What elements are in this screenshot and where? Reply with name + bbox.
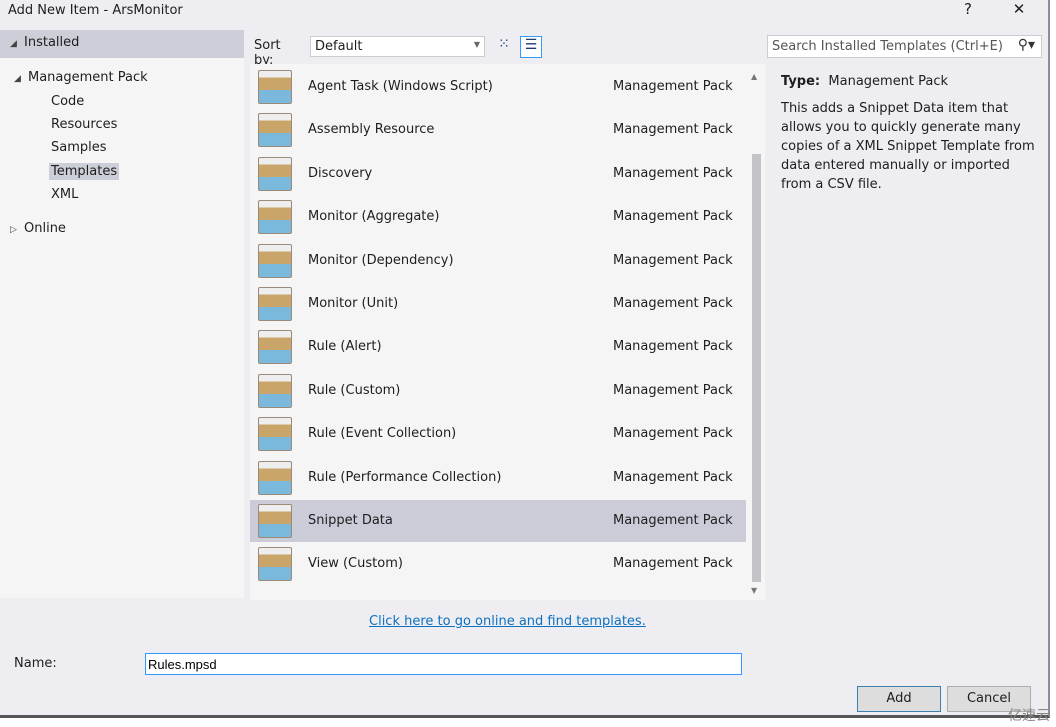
template-name: Rule (Event Collection) <box>308 426 457 442</box>
template-details: Type: Management Pack This adds a Snippe… <box>781 72 1041 194</box>
search-icon[interactable]: ⚲▾ <box>1018 37 1035 53</box>
template-icon <box>258 200 292 235</box>
template-row[interactable]: Snippet Data Management Pack <box>250 500 746 542</box>
template-name: Monitor (Unit) <box>308 296 399 311</box>
scroll-thumb[interactable] <box>752 154 761 582</box>
template-type: Management Pack <box>613 122 733 138</box>
template-name: Assembly Resource <box>308 122 435 138</box>
template-name: Rule (Custom) <box>308 382 401 398</box>
window-title: Add New Item - ArsMonitor <box>8 3 183 18</box>
template-type: Management Pack <box>613 165 733 181</box>
chevron-down-icon: ▼ <box>473 40 480 49</box>
template-icon <box>258 330 292 365</box>
tree-item-resources[interactable]: Resources <box>51 117 117 132</box>
template-row[interactable]: Discovery Management Pack <box>250 153 746 195</box>
add-button[interactable]: Add <box>857 686 941 712</box>
template-type: Management Pack <box>613 426 733 442</box>
template-name: Monitor (Dependency) <box>308 252 454 268</box>
template-row[interactable]: Agent Task (Windows Script) Management Pa… <box>250 66 746 108</box>
scroll-up-icon[interactable]: ▲ <box>751 72 757 81</box>
template-row[interactable]: Rule (Event Collection) Management Pack <box>250 413 746 455</box>
template-row[interactable]: Rule (Custom) Management Pack <box>250 370 746 412</box>
template-type: Management Pack <box>613 296 733 311</box>
template-name: Agent Task (Windows Script) <box>308 79 493 94</box>
collapse-icon[interactable]: ◢ <box>14 74 28 84</box>
tree-item-templates[interactable]: Templates <box>49 163 120 180</box>
template-list: ▲ ▼ Agent Task (Windows Script) Managemen… <box>250 64 765 600</box>
template-row[interactable]: Assembly Resource Management Pack <box>250 109 746 151</box>
template-type: Management Pack <box>613 556 733 572</box>
template-icon <box>258 287 292 321</box>
template-row[interactable]: Monitor (Dependency) Management Pack <box>250 240 746 282</box>
template-icon <box>258 243 292 278</box>
template-icon <box>258 113 292 148</box>
expand-icon[interactable]: ▷ <box>10 225 24 235</box>
template-description: This adds a Snippet Data item that allow… <box>781 101 1035 192</box>
close-button[interactable]: ✕ <box>1004 0 1034 18</box>
tree-item-installed[interactable]: ◢ Installed <box>0 30 244 58</box>
template-icon <box>258 373 292 408</box>
name-label: Name: <box>14 656 57 671</box>
help-button[interactable]: ? <box>953 0 983 18</box>
category-tree: ◢ Installed ◢ Management Pack Code Resourc… <box>0 30 244 598</box>
template-row[interactable]: Rule (Performance Collection) Management … <box>250 457 746 499</box>
watermark: 亿速云 <box>1008 708 1050 724</box>
online-templates-link[interactable]: Click here to go online and find templat… <box>369 614 646 629</box>
template-name: Rule (Performance Collection) <box>308 469 502 485</box>
template-type: Management Pack <box>613 79 733 94</box>
template-icon <box>258 70 292 104</box>
template-icon <box>258 460 292 495</box>
template-row[interactable]: Monitor (Aggregate) Management Pack <box>250 196 746 238</box>
template-type: Management Pack <box>613 339 733 355</box>
tree-item-management-pack[interactable]: ◢ Management Pack <box>14 70 148 85</box>
template-type: Management Pack <box>613 382 733 398</box>
template-row[interactable]: View (Custom) Management Pack <box>250 543 746 585</box>
vertical-scrollbar[interactable]: ▲ ▼ <box>750 64 762 600</box>
template-name: Monitor (Aggregate) <box>308 209 440 225</box>
template-icon <box>258 417 292 452</box>
template-icon <box>258 504 292 538</box>
template-name: View (Custom) <box>308 556 403 572</box>
template-icon <box>258 547 292 582</box>
template-row[interactable]: Rule (Alert) Management Pack <box>250 326 746 368</box>
small-icons-view-button[interactable]: ⁙ <box>493 36 515 58</box>
details-view-button[interactable]: ☰ <box>520 36 542 58</box>
tree-item-samples[interactable]: Samples <box>51 140 107 155</box>
collapse-icon[interactable]: ◢ <box>10 39 24 49</box>
scroll-down-icon[interactable]: ▼ <box>751 586 757 595</box>
tree-item-code[interactable]: Code <box>51 94 84 109</box>
template-row[interactable]: Monitor (Unit) Management Pack <box>250 283 746 325</box>
sort-dropdown[interactable]: Default ▼ <box>310 36 485 57</box>
template-name: Discovery <box>308 165 373 181</box>
template-name: Snippet Data <box>308 513 393 528</box>
tree-item-xml[interactable]: XML <box>51 187 78 202</box>
template-type: Management Pack <box>613 513 733 528</box>
add-new-item-dialog: Add New Item - ArsMonitor ? ✕ ◢ Installed… <box>0 0 1050 718</box>
template-icon <box>258 156 292 191</box>
template-type: Management Pack <box>613 469 733 485</box>
template-name: Rule (Alert) <box>308 339 382 355</box>
template-type: Management Pack <box>613 209 733 225</box>
tree-item-online[interactable]: ▷ Online <box>10 221 66 236</box>
search-input[interactable]: Search Installed Templates (Ctrl+E) ⚲▾ <box>767 35 1042 58</box>
template-type: Management Pack <box>613 252 733 268</box>
name-input[interactable] <box>145 653 742 675</box>
